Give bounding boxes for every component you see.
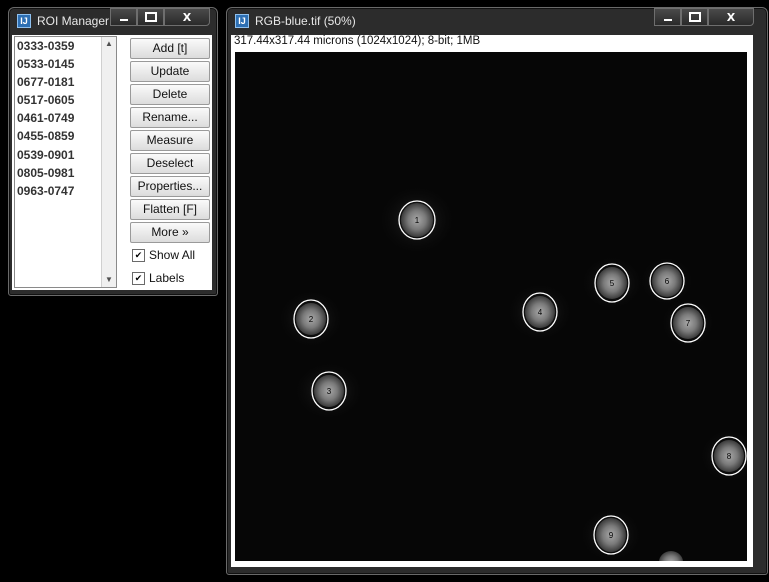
- image-window: IJ RGB-blue.tif (50%) X 317.44x317.44 mi…: [226, 7, 768, 575]
- cell-roi-4[interactable]: 4: [506, 282, 574, 342]
- image-window-title: RGB-blue.tif (50%): [255, 14, 356, 28]
- roi-list-scrollbar[interactable]: ▲ ▼: [101, 37, 116, 287]
- scroll-up-arrow-icon[interactable]: ▲: [102, 37, 116, 51]
- deselect-button[interactable]: Deselect: [130, 153, 210, 174]
- cell-roi-5[interactable]: 5: [580, 255, 644, 311]
- imagej-app-icon: IJ: [235, 14, 249, 28]
- minimize-button[interactable]: [110, 8, 137, 26]
- flatten-button[interactable]: Flatten [F]: [130, 199, 210, 220]
- roi-label-4: 4: [538, 308, 543, 317]
- microscopy-image[interactable]: 1 2 3 4 5 6 7 8 9: [235, 52, 747, 561]
- minimize-button[interactable]: [654, 8, 681, 26]
- image-canvas[interactable]: 1 2 3 4 5 6 7 8 9: [235, 52, 747, 561]
- maximize-icon: [144, 12, 157, 22]
- roi-list[interactable]: 0333-0359 0533-0145 0677-0181 0517-0605 …: [14, 36, 117, 288]
- close-icon: X: [726, 10, 736, 24]
- close-button[interactable]: X: [708, 8, 754, 26]
- update-button[interactable]: Update: [130, 61, 210, 82]
- roi-label-6: 6: [665, 277, 670, 286]
- roi-label-5: 5: [610, 279, 615, 288]
- minimize-icon: [119, 18, 128, 21]
- cell-roi-2[interactable]: 2: [277, 289, 345, 349]
- cell-roi-9[interactable]: 9: [579, 507, 643, 561]
- roi-label-1: 1: [415, 216, 420, 225]
- delete-button[interactable]: Delete: [130, 84, 210, 105]
- image-info-text: 317.44x317.44 microns (1024x1024); 8-bit…: [234, 35, 481, 47]
- measure-button[interactable]: Measure: [130, 130, 210, 151]
- maximize-button[interactable]: [137, 8, 164, 26]
- imagej-app-icon: IJ: [17, 14, 31, 28]
- more-button[interactable]: More »: [130, 222, 210, 243]
- rename-button[interactable]: Rename...: [130, 107, 210, 128]
- image-frame: 1 2 3 4 5 6 7 8 9: [233, 50, 749, 563]
- labels-label: Labels: [149, 271, 185, 285]
- image-window-client: 317.44x317.44 microns (1024x1024); 8-bit…: [231, 35, 753, 567]
- close-icon: X: [182, 10, 192, 24]
- scroll-down-arrow-icon[interactable]: ▼: [102, 273, 116, 287]
- maximize-icon: [688, 12, 701, 22]
- checkmark-icon: ✔: [132, 271, 145, 285]
- roi-manager-client: 0333-0359 0533-0145 0677-0181 0517-0605 …: [12, 35, 212, 290]
- roi-manager-titlebar[interactable]: IJ ROI Manager X: [9, 8, 217, 36]
- roi-label-2: 2: [309, 315, 314, 324]
- properties-button[interactable]: Properties...: [130, 176, 210, 197]
- roi-label-7: 7: [686, 319, 691, 328]
- show-all-checkbox[interactable]: ✔ Show All: [132, 248, 195, 262]
- cell-roi-7[interactable]: 7: [660, 297, 716, 349]
- close-button[interactable]: X: [164, 8, 210, 26]
- minimize-icon: [663, 18, 672, 21]
- roi-label-8: 8: [727, 452, 732, 461]
- cell-roi-8[interactable]: 8: [699, 428, 747, 484]
- labels-checkbox[interactable]: ✔ Labels: [132, 271, 184, 285]
- roi-label-3: 3: [327, 387, 332, 396]
- cell-roi-3[interactable]: 3: [293, 361, 365, 421]
- unlabeled-cell: [659, 551, 683, 561]
- maximize-button[interactable]: [681, 8, 708, 26]
- roi-label-9: 9: [609, 531, 614, 540]
- roi-manager-window: IJ ROI Manager X 0333-0359 0533-0145 067…: [8, 7, 218, 296]
- cell-roi-1[interactable]: 1: [377, 184, 457, 256]
- show-all-label: Show All: [149, 248, 196, 262]
- checkmark-icon: ✔: [132, 248, 145, 262]
- image-window-titlebar[interactable]: IJ RGB-blue.tif (50%) X: [227, 8, 767, 36]
- roi-manager-title: ROI Manager: [37, 14, 110, 28]
- add-button[interactable]: Add [t]: [130, 38, 210, 59]
